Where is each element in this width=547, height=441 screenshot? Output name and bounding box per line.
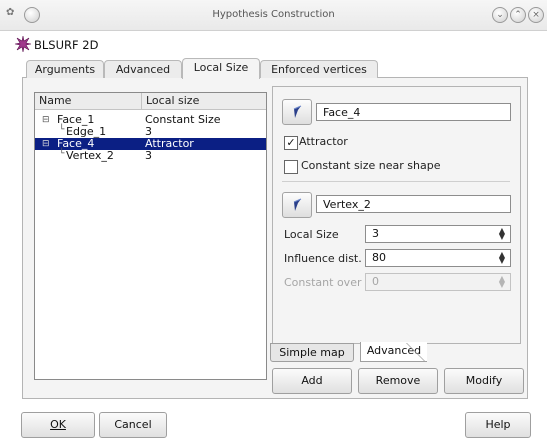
ok-label: OK xyxy=(50,418,66,431)
modify-button[interactable]: Modify xyxy=(444,368,524,394)
constant-size-label: Constant size near shape xyxy=(301,159,441,172)
constant-over-value: 0 xyxy=(372,275,379,288)
local-size-spinbox[interactable]: 3 ▲ ▼ xyxy=(365,225,511,243)
local-size-tree[interactable]: Name Local size ⊟ Face_1 Constant Size └… xyxy=(34,92,267,380)
column-header-name[interactable]: Name xyxy=(35,93,142,110)
add-button[interactable]: Add xyxy=(272,368,352,394)
attractor-label: Attractor xyxy=(299,135,348,148)
cancel-button[interactable]: Cancel xyxy=(99,412,167,438)
select-face-button[interactable] xyxy=(282,99,312,125)
close-button[interactable]: × xyxy=(528,7,544,23)
collapse-toggle[interactable]: ⊟ xyxy=(42,114,50,126)
row-name: Vertex_2 xyxy=(66,149,114,162)
tab-arguments[interactable]: Arguments xyxy=(26,60,104,78)
face-field[interactable]: Face_4 xyxy=(316,103,511,121)
column-header-local-size[interactable]: Local size xyxy=(142,93,266,110)
remove-button[interactable]: Remove xyxy=(358,368,438,394)
cancel-label: Cancel xyxy=(114,418,152,431)
selection-arrow-icon xyxy=(293,105,302,118)
tree-branch-line: └ xyxy=(59,149,65,159)
spin-arrows-icon[interactable]: ▲ ▼ xyxy=(496,227,508,241)
influence-distance-value: 80 xyxy=(372,251,386,264)
algorithm-label: BLSURF 2D xyxy=(34,38,99,52)
local-size-label: Local Size xyxy=(284,228,339,241)
select-vertex-button[interactable] xyxy=(282,192,312,218)
selection-arrow-icon xyxy=(293,198,302,211)
collapse-toggle[interactable]: ⊟ xyxy=(42,138,50,150)
tab-enforced-vertices[interactable]: Enforced vertices xyxy=(260,60,378,78)
divider xyxy=(282,181,510,182)
hypothesis-icon xyxy=(14,35,32,53)
influence-distance-label: Influence dist. xyxy=(284,252,362,265)
ok-button[interactable]: OK xyxy=(21,412,95,438)
row-value: Attractor xyxy=(145,137,194,150)
influence-distance-spinbox[interactable]: 80 ▲ ▼ xyxy=(365,249,511,267)
attractor-checkbox[interactable]: ✓ xyxy=(284,136,298,150)
tree-row-vertex2[interactable]: └ Vertex_2 3 xyxy=(35,149,266,162)
row-value: Constant Size xyxy=(145,113,221,126)
tab-advanced[interactable]: Advanced xyxy=(104,60,182,78)
minimize-button[interactable]: ⌄ xyxy=(492,7,508,23)
maximize-button[interactable]: ⌃ xyxy=(510,7,526,23)
row-value: 3 xyxy=(145,149,152,162)
help-label: Help xyxy=(485,418,511,431)
tree-branch-line: └ xyxy=(59,125,65,135)
constant-size-checkbox[interactable] xyxy=(284,160,298,174)
tab-simple-map[interactable]: Simple map xyxy=(270,343,354,362)
spin-arrows-icon: ▲ ▼ xyxy=(498,274,506,289)
vertex-field[interactable]: Vertex_2 xyxy=(316,195,511,213)
constant-over-spinbox: 0 ▲ ▼ xyxy=(365,273,511,291)
local-size-value: 3 xyxy=(372,227,379,240)
help-button[interactable]: Help xyxy=(465,412,531,438)
window-title: Hypothesis Construction xyxy=(212,9,335,20)
tab-local-size[interactable]: Local Size xyxy=(182,58,260,79)
spin-arrows-icon[interactable]: ▲ ▼ xyxy=(496,251,508,265)
constant-over-label: Constant over xyxy=(284,276,362,289)
